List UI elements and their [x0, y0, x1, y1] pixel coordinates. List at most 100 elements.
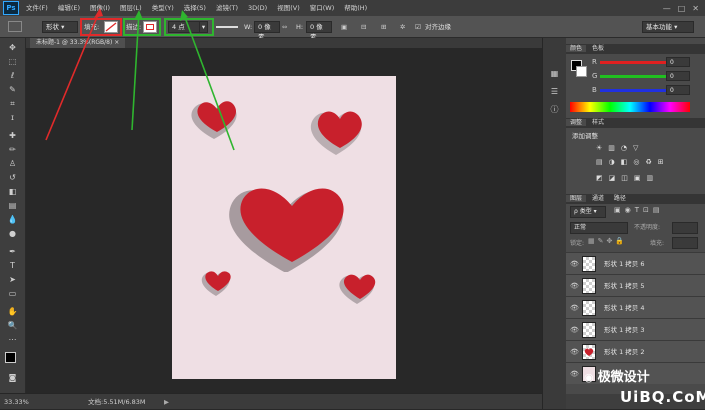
lock-icons[interactable]: ▦✎✥🔒: [588, 237, 627, 245]
watermark-url: UiBQ.CoM: [620, 388, 705, 406]
zoom-tool-icon[interactable]: 🔍: [6, 320, 19, 332]
quick-select-tool-icon[interactable]: ✎: [6, 84, 19, 96]
eye-icon[interactable]: 👁: [570, 363, 579, 385]
adjustment-icons-row-2[interactable]: ▤◑◧◎♻⊞: [596, 158, 670, 166]
layer-row[interactable]: 👁 形状 1 拷贝 5: [566, 274, 705, 296]
layer-thumbnail: [582, 322, 596, 338]
tab-swatches[interactable]: 色板: [588, 45, 608, 52]
layer-name: 形状 1 拷贝 5: [604, 282, 645, 290]
eye-icon[interactable]: 👁: [570, 319, 579, 341]
restore-icon[interactable]: □: [678, 4, 686, 13]
info-panel-icon[interactable]: ⓘ: [548, 104, 561, 116]
gradient-tool-icon[interactable]: ▤: [6, 200, 19, 212]
green-arrow-line-1: [131, 11, 140, 131]
tab-paths[interactable]: 路径: [610, 195, 630, 202]
adjustment-icons-row-1[interactable]: ☀▥◔▽: [596, 144, 644, 152]
layer-row[interactable]: 👁 形状 1 拷贝 3: [566, 318, 705, 340]
tab-styles[interactable]: 样式: [588, 119, 608, 126]
hand-tool-icon[interactable]: ✋: [6, 306, 19, 318]
crop-tool-icon[interactable]: ⌗: [6, 98, 19, 110]
g-label: G: [592, 72, 598, 80]
tab-adjustments[interactable]: 调整: [566, 119, 587, 126]
red-arrow-line: [45, 9, 101, 141]
clone-stamp-tool-icon[interactable]: ♙: [6, 158, 19, 170]
history-panel-icon[interactable]: ▦: [548, 68, 561, 80]
layer-filter-select[interactable]: ρ 类型 ▾: [570, 206, 606, 218]
edit-toolbar-icon[interactable]: ⋯: [6, 334, 19, 346]
eye-icon[interactable]: 👁: [570, 297, 579, 319]
pen-tool-icon[interactable]: ✒: [6, 246, 19, 258]
b-value[interactable]: 0: [666, 85, 690, 95]
status-arrow-icon[interactable]: ▶: [164, 394, 169, 410]
layer-name: 形状 1 拷贝 4: [604, 304, 645, 312]
opacity-input[interactable]: [672, 222, 698, 234]
eyedropper-tool-icon[interactable]: ɪ: [6, 112, 19, 124]
photoshop-logo: Ps: [3, 1, 19, 15]
r-label: R: [592, 58, 597, 66]
toolbox: ✥ ⬚ ℓ ✎ ⌗ ɪ ✚ ✏ ♙ ↺ ◧ ▤ 💧 ● ✒ T ➤ ▭ ✋ 🔍 …: [0, 38, 26, 393]
healing-brush-tool-icon[interactable]: ✚: [6, 130, 19, 142]
minimize-icon[interactable]: —: [663, 4, 671, 13]
add-adjustment-title: 添加调整: [572, 132, 598, 140]
history-brush-tool-icon[interactable]: ↺: [6, 172, 19, 184]
marquee-tool-icon[interactable]: ⬚: [6, 56, 19, 68]
layer-thumbnail: [582, 256, 596, 272]
tab-color[interactable]: 颜色: [566, 45, 587, 52]
shape-tool-icon[interactable]: ▭: [6, 288, 19, 300]
layer-row[interactable]: 👁 形状 1 拷贝 6: [566, 252, 705, 274]
green-arrowhead-1: [134, 10, 143, 20]
status-bar: 33.33% 文档:5.51M/6.83M ▶: [0, 393, 542, 409]
b-label: B: [592, 86, 597, 94]
layer-row[interactable]: 👁 形状 1 拷贝 4: [566, 296, 705, 318]
blur-tool-icon[interactable]: 💧: [6, 214, 19, 226]
adjustment-icons-row-3[interactable]: ◩◪◫▣▥: [596, 174, 659, 182]
red-arrowhead: [94, 8, 103, 18]
eraser-tool-icon[interactable]: ◧: [6, 186, 19, 198]
tab-layers[interactable]: 图层: [566, 195, 587, 202]
wechat-icon: ◉: [584, 371, 594, 384]
color-panel-header: 颜色 色板: [566, 44, 705, 54]
heart-shape-small-right: [339, 274, 376, 304]
eye-icon[interactable]: 👁: [570, 341, 579, 363]
layer-row[interactable]: 👁 形状 1 拷贝 2: [566, 340, 705, 362]
canvas-area[interactable]: [26, 8, 542, 393]
dodge-tool-icon[interactable]: ●: [6, 228, 19, 240]
move-tool-icon[interactable]: ✥: [6, 42, 19, 54]
type-tool-icon[interactable]: T: [6, 260, 19, 272]
blend-mode-select[interactable]: 正常: [570, 222, 628, 234]
collapsed-panel-strip: ▦ ☰ ⓘ: [542, 38, 566, 409]
heart-shape-small-left: [201, 271, 231, 296]
right-panels: 颜色 色板 R 0 G 0 B 0 调整 样式 添加调整 ☀▥◔▽ ▤◑◧◎♻⊞…: [566, 38, 705, 409]
eye-icon[interactable]: 👁: [570, 253, 579, 275]
path-select-tool-icon[interactable]: ➤: [6, 274, 19, 286]
foreground-color-swatch[interactable]: [5, 352, 16, 363]
workspace-select[interactable]: 基本功能 ▾: [642, 21, 694, 33]
close-icon[interactable]: ✕: [692, 4, 699, 13]
window-controls: — □ ✕: [663, 4, 705, 13]
green-arrowhead-2: [180, 10, 188, 21]
quick-mask-icon[interactable]: ◙: [6, 372, 19, 384]
layer-thumbnail: [582, 300, 596, 316]
annotation-arrows: [45, 8, 235, 151]
r-value[interactable]: 0: [666, 57, 690, 67]
layer-name: 形状 1 拷贝 6: [604, 260, 645, 268]
lasso-tool-icon[interactable]: ℓ: [6, 70, 19, 82]
tab-channels[interactable]: 通道: [588, 195, 608, 202]
layer-filter-icons[interactable]: ▣◉T⊡▤: [614, 206, 663, 214]
lock-label: 锁定:: [570, 240, 585, 247]
zoom-level[interactable]: 33.33%: [4, 394, 29, 410]
layer-name: 形状 1 拷贝 2: [604, 348, 645, 356]
fill-input-layers[interactable]: [672, 237, 698, 249]
green-arrow-line-2: [182, 11, 235, 151]
eye-icon[interactable]: 👁: [570, 275, 579, 297]
brush-tool-icon[interactable]: ✏: [6, 144, 19, 156]
opacity-label: 不透明度:: [634, 224, 661, 231]
bg-color-chip[interactable]: [576, 66, 587, 77]
spectrum-bar[interactable]: [570, 102, 690, 112]
g-value[interactable]: 0: [666, 71, 690, 81]
watermark-text: ◉ 极微设计: [584, 370, 650, 385]
layer-thumbnail: [582, 344, 596, 360]
adjust-panel-header: 调整 样式: [566, 118, 705, 128]
properties-panel-icon[interactable]: ☰: [548, 86, 561, 98]
tool-preset-icon[interactable]: [8, 21, 22, 32]
